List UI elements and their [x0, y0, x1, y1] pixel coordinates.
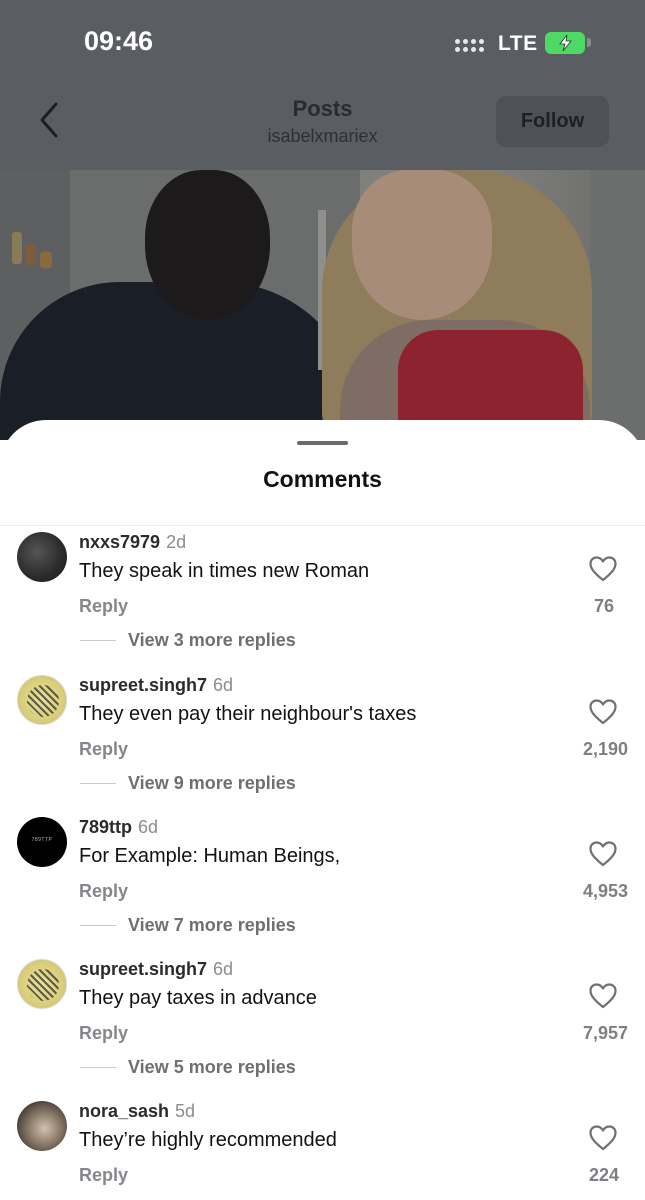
heart-outline-icon[interactable] — [589, 983, 617, 1009]
heart-outline-icon[interactable] — [589, 841, 617, 867]
like-count: 7,957 — [582, 1023, 628, 1043]
comment-age: 6d — [213, 675, 234, 695]
person-left-head — [145, 170, 270, 320]
sheet-drag-handle[interactable] — [297, 441, 348, 445]
comment-age: 2d — [166, 532, 187, 552]
reply-button[interactable]: Reply — [79, 596, 128, 617]
battery-tip — [587, 38, 591, 47]
screen: 09:46 LTE Posts isabelxmariex Follow Com… — [0, 0, 645, 1200]
username-text[interactable]: supreet.singh7 — [79, 675, 207, 695]
status-time: 09:46 — [84, 26, 154, 56]
bottle — [12, 232, 22, 264]
post-video[interactable] — [0, 170, 645, 440]
comment-text: They speak in times new Roman — [79, 560, 370, 582]
comments-sheet: Comments nxxs7979 2d They speak in times … — [0, 420, 645, 1200]
like-count: 2,190 — [582, 739, 628, 759]
username-text[interactable]: nora_sash — [79, 1101, 169, 1121]
replies-line — [80, 925, 116, 926]
comment-username[interactable]: 789ttp 6d — [79, 817, 158, 838]
comment-item: supreet.singh7 6d They pay taxes in advan… — [0, 959, 645, 1099]
comment-text: They’re highly recommended — [79, 1129, 337, 1151]
reply-button[interactable]: Reply — [79, 1023, 128, 1044]
like-count: 4,953 — [582, 881, 628, 901]
battery-charging-icon — [545, 32, 585, 54]
view-more-replies[interactable]: View 9 more replies — [128, 773, 296, 794]
like-count: 76 — [593, 596, 614, 616]
avatar[interactable] — [17, 675, 67, 725]
view-more-replies[interactable]: View 3 more replies — [128, 630, 296, 651]
signal-dots-icon — [455, 37, 489, 53]
reply-button[interactable]: Reply — [79, 739, 128, 760]
heart-outline-icon[interactable] — [589, 1125, 617, 1151]
comment-username[interactable]: supreet.singh7 6d — [79, 675, 233, 696]
avatar[interactable] — [17, 1101, 67, 1151]
replies-line — [80, 1067, 116, 1068]
comments-title: Comments — [263, 466, 382, 492]
avatar[interactable]: 789TTP — [17, 817, 67, 867]
comment-item: supreet.singh7 6d They even pay their nei… — [0, 675, 645, 815]
avatar[interactable] — [17, 959, 67, 1009]
reply-button[interactable]: Reply — [79, 1165, 128, 1186]
comment-text: For Example: Human Beings, — [79, 845, 341, 867]
replies-line — [80, 640, 116, 641]
avatar-logo-text: 789TTP — [31, 837, 53, 843]
person-right-face — [352, 170, 492, 320]
follow-button[interactable]: Follow — [496, 96, 609, 147]
username-text[interactable]: 789ttp — [79, 817, 132, 837]
comment-username[interactable]: nora_sash 5d — [79, 1101, 195, 1122]
comment-item: 789TTP 789ttp 6d For Example: Human Being… — [0, 817, 645, 957]
comment-item: nxxs7979 2d They speak in times new Roman… — [0, 532, 645, 672]
header-bar: 09:46 LTE Posts isabelxmariex Follow — [0, 0, 645, 170]
comment-text: They pay taxes in advance — [79, 987, 317, 1009]
comment-username[interactable]: supreet.singh7 6d — [79, 959, 233, 980]
comment-username[interactable]: nxxs7979 2d — [79, 532, 186, 553]
comment-age: 5d — [175, 1101, 196, 1121]
username-text[interactable]: supreet.singh7 — [79, 959, 207, 979]
username-text[interactable]: nxxs7979 — [79, 532, 160, 552]
bottle — [40, 252, 52, 268]
bottle — [26, 244, 36, 266]
heart-outline-icon[interactable] — [589, 699, 617, 725]
comment-age: 6d — [138, 817, 159, 837]
view-more-replies[interactable]: View 5 more replies — [128, 1057, 296, 1078]
divider — [0, 525, 645, 526]
background-right — [590, 170, 645, 440]
reply-button[interactable]: Reply — [79, 881, 128, 902]
comment-age: 6d — [213, 959, 234, 979]
view-more-replies[interactable]: View 7 more replies — [128, 915, 296, 936]
network-label: LTE — [498, 32, 538, 55]
heart-outline-icon[interactable] — [589, 556, 617, 582]
comment-text: They even pay their neighbour's taxes — [79, 703, 417, 725]
comment-item: nora_sash 5d They’re highly recommended R… — [0, 1101, 645, 1200]
like-count: 224 — [588, 1165, 619, 1185]
replies-line — [80, 783, 116, 784]
avatar[interactable] — [17, 532, 67, 582]
